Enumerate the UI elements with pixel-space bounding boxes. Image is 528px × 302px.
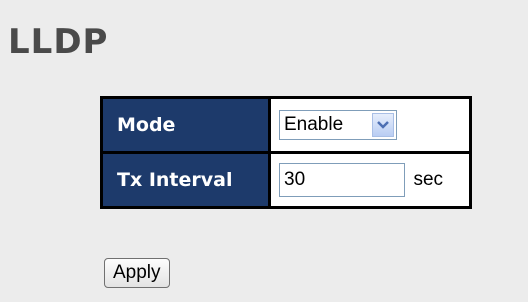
tx-interval-label: Tx Interval (100, 151, 271, 209)
apply-button[interactable]: Apply (104, 258, 170, 288)
tx-interval-input[interactable] (279, 163, 405, 197)
lldp-settings-table: Mode Enable Tx Interval sec (100, 96, 472, 209)
mode-value-cell: Enable (268, 96, 472, 154)
mode-label: Mode (100, 96, 271, 154)
mode-row: Mode Enable (100, 96, 472, 154)
tx-interval-row: Tx Interval sec (100, 151, 472, 209)
page-title: LLDP (8, 22, 109, 62)
mode-select-value: Enable (284, 114, 344, 135)
tx-interval-unit: sec (413, 169, 444, 190)
chevron-down-icon[interactable] (372, 113, 394, 137)
tx-interval-value-cell: sec (268, 151, 472, 209)
mode-select[interactable]: Enable (279, 110, 397, 140)
